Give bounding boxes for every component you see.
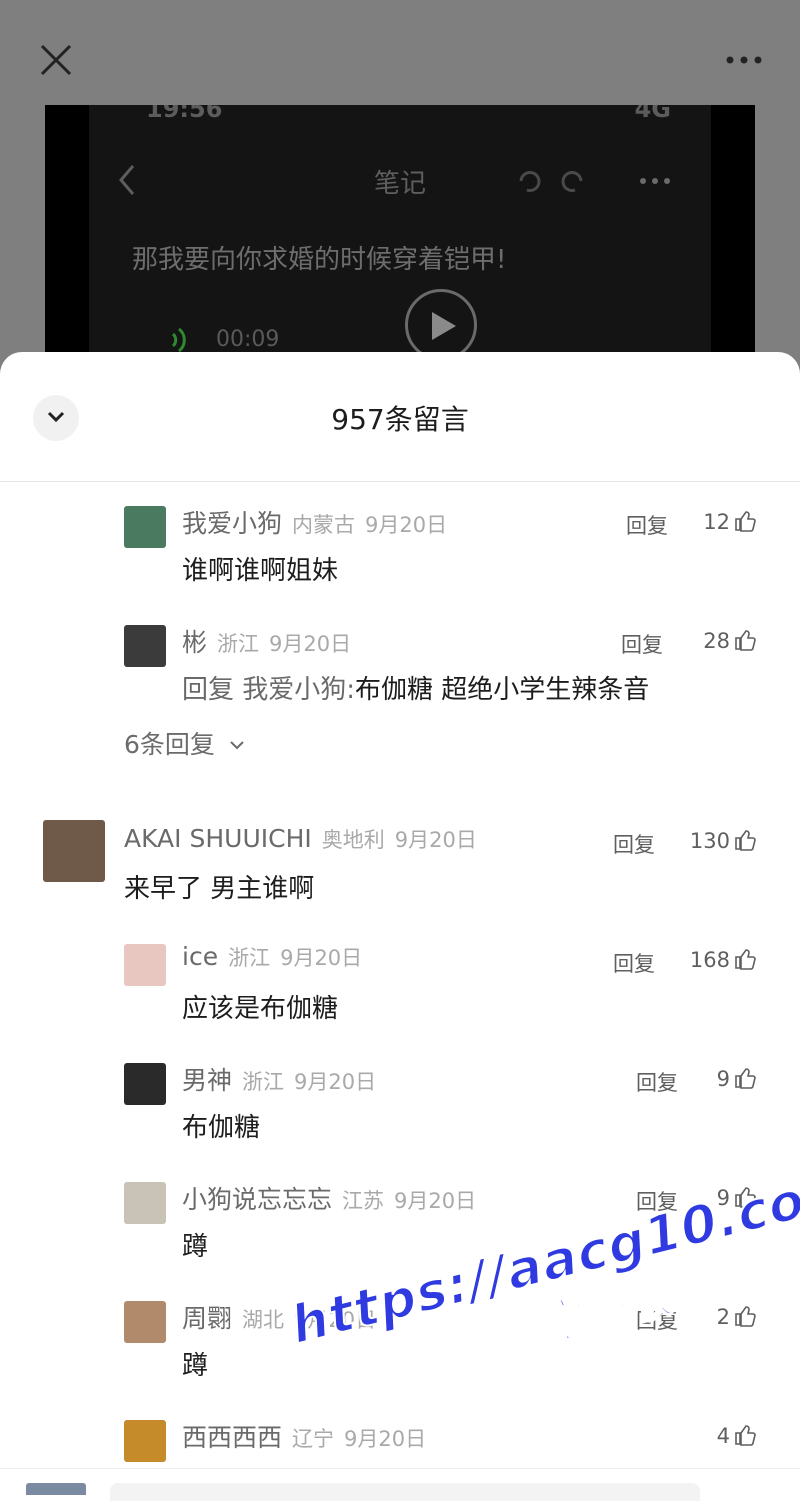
comment-text: 谁啊谁啊姐妹 — [182, 556, 339, 586]
avatar[interactable] — [124, 1063, 166, 1105]
comment-location: 浙江 — [217, 632, 260, 656]
like-count[interactable]: 168 — [676, 948, 756, 972]
comment-location: 浙江 — [242, 1070, 285, 1094]
thumbs-up-icon — [735, 1425, 756, 1446]
comment-location: 湖北 — [242, 1308, 285, 1332]
undo-redo-more-icon — [519, 171, 670, 192]
reply-button[interactable]: 回复 — [636, 1067, 678, 1097]
commenter-name[interactable]: 彬 — [182, 628, 207, 657]
reply-button[interactable]: 回复 — [613, 829, 655, 859]
comment-location: 浙江 — [228, 946, 271, 970]
top-bar — [0, 0, 800, 110]
avatar[interactable] — [124, 506, 166, 548]
commenter-name[interactable]: 男神 — [182, 1066, 232, 1095]
reply-target: 回复 我爱小狗: — [182, 675, 356, 705]
comment-text: 应该是布伽糖 — [182, 994, 339, 1024]
reply-item: 男神 浙江 9月20日 回复 9 布伽糖 — [0, 1040, 800, 1158]
comment-item: AKAI SHUUICHI 奥地利 9月20日 回复 130 来早了 男主谁啊 — [0, 792, 800, 920]
comment-location: 辽宁 — [292, 1427, 335, 1451]
reply-item: 西西西西 辽宁 9月20日 4 — [0, 1396, 800, 1476]
like-number: 130 — [689, 829, 730, 853]
comment-date: 9月20日 — [394, 828, 477, 852]
like-number: 9 — [716, 1067, 730, 1091]
reply-item: 我爱小狗 内蒙古 9月20日 回复 12 谁啊谁啊姐妹 — [0, 482, 800, 602]
reply-body: 布伽糖 超绝小学生辣条音 — [355, 675, 650, 705]
thumbs-up-icon — [735, 511, 756, 532]
chevron-down-icon — [230, 741, 244, 750]
more-horizontal-icon[interactable] — [724, 50, 764, 70]
commenter-name[interactable]: 小狗说忘忘忘 — [182, 1185, 332, 1214]
avatar[interactable] — [124, 625, 166, 667]
comment-text: 来早了 男主谁啊 — [124, 874, 315, 904]
phone-note-text: 那我要向你求婚的时候穿着铠甲! — [132, 245, 507, 275]
expand-label: 6条回复 — [124, 730, 215, 759]
comment-text: 蹲 — [182, 1351, 209, 1381]
like-count[interactable]: 9 — [696, 1067, 756, 1091]
status-network: 4G — [634, 105, 671, 123]
comment-text: 回复 我爱小狗:布伽糖 超绝小学生辣条音 — [182, 669, 649, 706]
reply-item: 彬浙江 9月20日 回复 28 回复 我爱小狗:布伽糖 超绝小学生辣条音 — [0, 602, 800, 722]
comment-date: 9月20日 — [280, 946, 363, 970]
thumbs-up-icon — [735, 1068, 756, 1089]
comment-text: 蹲 — [182, 1232, 209, 1262]
comment-text: 布伽糖 — [182, 1113, 261, 1143]
status-time: 19:56 — [146, 105, 223, 123]
thumbs-up-icon — [735, 630, 756, 651]
reply-button[interactable]: 回复 — [613, 948, 655, 978]
expand-replies-button[interactable]: 6条回复 — [124, 725, 245, 761]
thumbs-up-icon — [735, 949, 756, 970]
commenter-name[interactable]: 周翾 — [182, 1304, 232, 1333]
comment-date: 9月20日 — [365, 513, 448, 537]
comments-count-title: 957条留言 — [331, 403, 469, 436]
comment-date: 9月20日 — [394, 1189, 477, 1213]
comment-date: 9月20日 — [294, 1070, 377, 1094]
commenter-name[interactable]: AKAI SHUUICHI — [124, 824, 312, 853]
like-count[interactable]: 12 — [696, 510, 756, 534]
comment-location: 内蒙古 — [292, 513, 356, 537]
comment-input-bar — [0, 1468, 800, 1501]
commenter-name[interactable]: 西西西西 — [182, 1423, 282, 1452]
close-icon[interactable] — [38, 42, 74, 78]
thumbs-up-icon — [735, 830, 756, 851]
avatar[interactable] — [124, 1182, 166, 1224]
my-avatar — [26, 1483, 86, 1495]
like-number: 168 — [689, 948, 730, 972]
video-preview[interactable]: 19:56 4G 笔记 那我要向你求婚的时候穿着铠甲! 00:09 — [45, 105, 755, 365]
like-count[interactable]: 130 — [676, 829, 756, 853]
like-number: 28 — [703, 629, 730, 653]
avatar[interactable] — [124, 1301, 166, 1343]
reply-button[interactable]: 回复 — [621, 629, 663, 659]
comment-date: 9月20日 — [344, 1427, 427, 1451]
avatar[interactable] — [124, 944, 166, 986]
play-icon — [432, 312, 456, 340]
reply-item: ice 浙江 9月20日 回复 168 应该是布伽糖 — [0, 920, 800, 1040]
play-button[interactable] — [405, 289, 477, 361]
comment-location: 奥地利 — [321, 828, 385, 852]
like-number: 12 — [703, 510, 730, 534]
commenter-name[interactable]: 我爱小狗 — [182, 509, 282, 538]
like-count[interactable]: 4 — [696, 1424, 756, 1448]
comment-date: 9月20日 — [269, 632, 352, 656]
voice-icon — [171, 327, 186, 353]
like-count[interactable]: 28 — [686, 629, 756, 653]
reply-button[interactable]: 回复 — [626, 510, 668, 540]
commenter-name[interactable]: ice — [182, 942, 218, 971]
avatar[interactable] — [43, 820, 105, 882]
avatar[interactable] — [124, 1420, 166, 1462]
voice-duration: 00:09 — [216, 327, 280, 352]
phone-screen: 19:56 4G 笔记 那我要向你求婚的时候穿着铠甲! 00:09 — [89, 105, 711, 365]
comment-input[interactable] — [110, 1483, 700, 1501]
like-number: 4 — [716, 1424, 730, 1448]
comment-location: 江苏 — [342, 1189, 385, 1213]
